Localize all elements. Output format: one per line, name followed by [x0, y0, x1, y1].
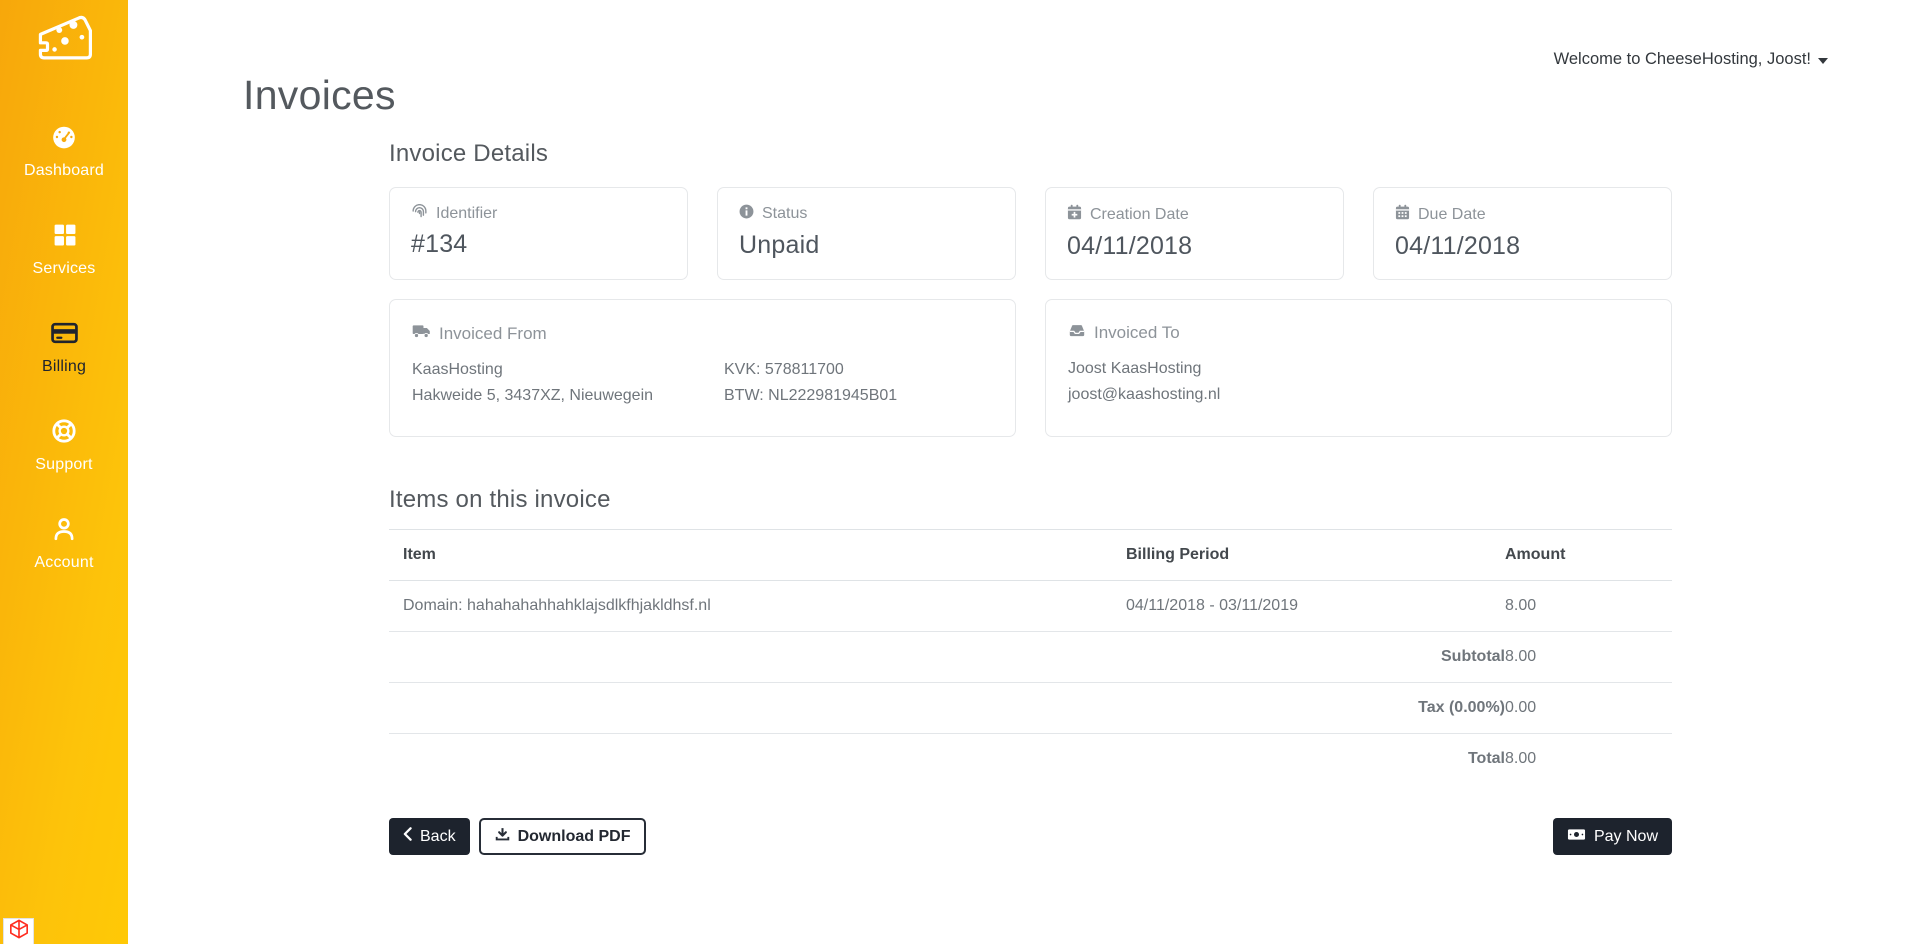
sidebar-item-account[interactable]: Account	[0, 504, 128, 602]
col-item: Item	[389, 530, 1126, 581]
info-circle-icon	[739, 204, 754, 224]
invoiced-from-registration: KVK: 578811700 BTW: NL222981945B01	[724, 357, 897, 409]
pay-now-button[interactable]: Pay Now	[1553, 818, 1672, 855]
to-name: Joost KaasHosting	[1068, 356, 1220, 382]
tax-row: Tax (0.00%) 0.00	[389, 683, 1672, 734]
truck-icon	[412, 323, 431, 344]
sidebar-item-services[interactable]: Services	[0, 210, 128, 308]
tax-value: 0.00	[1505, 683, 1672, 734]
card-label: Status	[762, 205, 807, 223]
total-label: Total	[1126, 734, 1505, 785]
sidebar-item-label: Services	[33, 260, 96, 278]
user-icon	[51, 515, 77, 542]
sidebar-item-label: Account	[34, 554, 93, 572]
card-label: Invoiced To	[1094, 323, 1180, 343]
party-cards-row: Invoiced From KaasHosting Hakweide 5, 34…	[389, 299, 1672, 437]
money-bill-icon	[1567, 828, 1586, 846]
tachometer-icon	[51, 123, 77, 150]
user-dropdown-toggle[interactable]: Welcome to CheeseHosting, Joost!	[1554, 50, 1828, 69]
cheese-logo-icon[interactable]	[31, 11, 97, 69]
sidebar-item-label: Dashboard	[24, 162, 104, 180]
subtotal-label: Subtotal	[1126, 632, 1505, 683]
identifier-value: #134	[411, 230, 666, 259]
from-btw: BTW: NL222981945B01	[724, 383, 897, 409]
invoiced-to-address: Joost KaasHosting joost@kaashosting.nl	[1068, 356, 1220, 408]
item-name: Domain: hahahahahhahklajsdlkfhjakldhsf.n…	[389, 581, 1126, 632]
credit-card-icon	[51, 319, 78, 346]
fingerprint-icon	[411, 204, 428, 223]
invoiced-to-card: Invoiced To Joost KaasHosting joost@kaas…	[1045, 299, 1672, 437]
sidebar-item-dashboard[interactable]: Dashboard	[0, 112, 128, 210]
calendar-icon	[1395, 204, 1410, 225]
status-value: Unpaid	[739, 231, 994, 260]
invoice-items-table: Item Billing Period Amount Domain: hahah…	[389, 529, 1672, 784]
creation-date-value: 04/11/2018	[1067, 232, 1322, 261]
back-button-label: Back	[420, 828, 456, 846]
life-ring-icon	[51, 417, 77, 444]
to-email: joost@kaashosting.nl	[1068, 382, 1220, 408]
sidebar-item-label: Support	[35, 456, 92, 474]
sidebar-nav: Dashboard Services	[0, 112, 128, 602]
invoice-details-heading: Invoice Details	[389, 140, 1672, 168]
invoiced-from-address: KaasHosting Hakweide 5, 3437XZ, Nieuwege…	[412, 357, 724, 409]
page-title: Invoices	[243, 72, 396, 119]
identifier-card: Identifier #134	[389, 187, 688, 280]
card-label: Creation Date	[1090, 206, 1189, 224]
sidebar-item-label: Billing	[42, 358, 86, 376]
table-row: Domain: hahahahahhahklajsdlkfhjakldhsf.n…	[389, 581, 1672, 632]
pay-now-label: Pay Now	[1594, 828, 1658, 846]
from-kvk: KVK: 578811700	[724, 357, 897, 383]
subtotal-row: Subtotal 8.00	[389, 632, 1672, 683]
detail-cards-row: Identifier #134 Status Unpaid	[389, 187, 1672, 280]
from-name: KaasHosting	[412, 357, 724, 383]
col-billing-period: Billing Period	[1126, 530, 1505, 581]
due-date-card: Due Date 04/11/2018	[1373, 187, 1672, 280]
inbox-icon	[1068, 323, 1086, 343]
sidebar-item-billing[interactable]: Billing	[0, 308, 128, 406]
grid-icon	[52, 221, 77, 248]
sidebar: Dashboard Services	[0, 0, 128, 944]
welcome-text: Welcome to CheeseHosting, Joost!	[1554, 50, 1811, 69]
action-buttons: Back Download PDF	[389, 818, 1672, 855]
item-amount: 8.00	[1505, 581, 1672, 632]
card-label: Identifier	[436, 205, 497, 223]
chevron-left-icon	[403, 827, 412, 846]
calendar-plus-icon	[1067, 204, 1082, 225]
download-icon	[495, 827, 510, 847]
invoice-page: Dashboard Services	[0, 0, 1920, 944]
card-label: Due Date	[1418, 206, 1486, 224]
creation-date-card: Creation Date 04/11/2018	[1045, 187, 1344, 280]
from-street: Hakweide 5, 3437XZ, Nieuwegein	[412, 383, 724, 409]
sidebar-item-support[interactable]: Support	[0, 406, 128, 504]
caret-down-icon	[1818, 51, 1828, 69]
col-amount: Amount	[1505, 530, 1672, 581]
tax-label: Tax (0.00%)	[1126, 683, 1505, 734]
download-pdf-button[interactable]: Download PDF	[479, 818, 647, 855]
subtotal-value: 8.00	[1505, 632, 1672, 683]
laravel-icon	[8, 919, 30, 944]
items-heading: Items on this invoice	[389, 486, 1672, 514]
status-card: Status Unpaid	[717, 187, 1016, 280]
back-button[interactable]: Back	[389, 818, 470, 855]
invoiced-from-card: Invoiced From KaasHosting Hakweide 5, 34…	[389, 299, 1016, 437]
laravel-debugbar-toggle[interactable]	[3, 918, 34, 944]
due-date-value: 04/11/2018	[1395, 232, 1650, 261]
total-row: Total 8.00	[389, 734, 1672, 785]
invoice-content: Invoice Details Ident	[389, 140, 1672, 855]
total-value: 8.00	[1505, 734, 1672, 785]
item-billing-period: 04/11/2018 - 03/11/2019	[1126, 581, 1505, 632]
card-label: Invoiced From	[439, 324, 547, 344]
download-pdf-label: Download PDF	[518, 828, 631, 846]
table-header-row: Item Billing Period Amount	[389, 530, 1672, 581]
